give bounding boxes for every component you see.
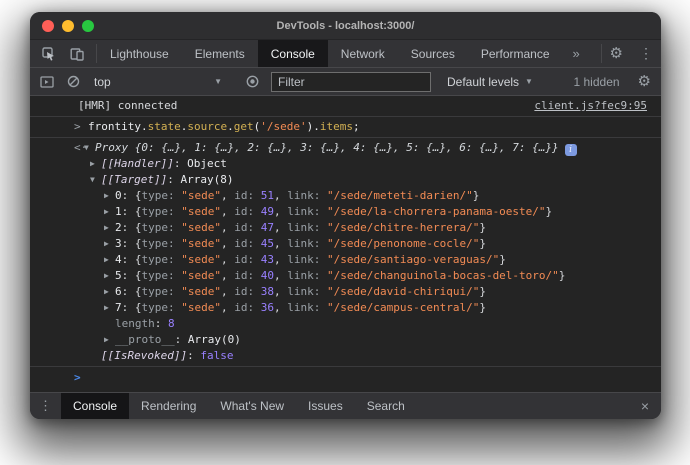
- property-name: [[IsRevoked]]: [101, 349, 187, 362]
- chevron-down-icon: ▼: [525, 77, 533, 86]
- tab-performance[interactable]: Performance: [468, 40, 563, 67]
- separator: :: [187, 349, 200, 362]
- chevron-down-icon: ▼: [214, 77, 222, 86]
- tab-elements[interactable]: Elements: [182, 40, 258, 67]
- expand-arrow-icon[interactable]: ▶: [104, 332, 115, 348]
- expand-arrow-icon[interactable]: ▶: [104, 236, 115, 252]
- array-item-row: ▶0: {type: "sede", id: 51, link: "/sede/…: [88, 188, 647, 204]
- close-window-button[interactable]: [42, 20, 54, 32]
- console-sidebar-toggle-icon[interactable]: [36, 72, 58, 92]
- property-name: [[Handler]]: [101, 157, 174, 170]
- settings-gear-icon[interactable]: ⚙: [610, 46, 623, 61]
- log-levels-label: Default levels: [447, 75, 519, 89]
- console-log-message: [HMR] connected client.js?fec9:95: [30, 96, 661, 117]
- drawer-tab-console[interactable]: Console: [61, 393, 129, 419]
- drawer-tab-issues[interactable]: Issues: [296, 393, 355, 419]
- separator: :: [167, 173, 180, 186]
- tab-lighthouse[interactable]: Lighthouse: [97, 40, 182, 67]
- drawer-tab-what-s-new[interactable]: What's New: [208, 393, 296, 419]
- zoom-window-button[interactable]: [82, 20, 94, 32]
- tab-sources[interactable]: Sources: [398, 40, 468, 67]
- handler-row: ▶[[Handler]]: Object: [88, 156, 647, 172]
- command-chevron-icon: >: [74, 119, 81, 135]
- expand-arrow-icon[interactable]: ▶: [104, 188, 115, 204]
- hidden-messages-count[interactable]: 1 hidden: [574, 75, 630, 89]
- more-tabs-icon[interactable]: »: [563, 40, 590, 67]
- drawer-tab-rendering[interactable]: Rendering: [129, 393, 208, 419]
- tab-network[interactable]: Network: [328, 40, 398, 67]
- javascript-context-dropdown[interactable]: top ▼: [88, 72, 228, 92]
- separator: :: [175, 333, 188, 346]
- live-expression-eye-icon[interactable]: [241, 72, 263, 92]
- proxy-root-row: ▼Proxy {0: {…}, 1: {…}, 2: {…}, 3: {…}, …: [84, 140, 647, 156]
- console-command-message: > frontity.state.source.get('/sede').ite…: [30, 117, 661, 138]
- source-location-link[interactable]: client.js?fec9:95: [534, 98, 647, 114]
- console-output: [HMR] connected client.js?fec9:95 > fron…: [30, 96, 661, 392]
- collapse-arrow-icon[interactable]: ▼: [90, 172, 101, 188]
- proxy-preview: Proxy {0: {…}, 1: {…}, 2: {…}, 3: {…}, 4…: [95, 141, 559, 154]
- length-row: length: 8: [88, 316, 647, 332]
- separator: :: [174, 157, 187, 170]
- property-name: [[Target]]: [101, 173, 167, 186]
- log-text: [HMR] connected: [78, 98, 177, 114]
- expand-arrow-icon[interactable]: ▶: [104, 284, 115, 300]
- console-prompt[interactable]: >: [30, 367, 661, 373]
- drawer-tabbar: ⋮ ConsoleRenderingWhat's NewIssuesSearch…: [30, 392, 661, 419]
- window-title: DevTools - localhost:3000/: [30, 20, 661, 32]
- array-item-row: ▶1: {type: "sede", id: 49, link: "/sede/…: [88, 204, 647, 220]
- tab-console[interactable]: Console: [258, 40, 328, 67]
- drawer-tab-search[interactable]: Search: [355, 393, 417, 419]
- expand-arrow-icon[interactable]: ▶: [104, 300, 115, 316]
- log-levels-dropdown[interactable]: Default levels ▼: [441, 72, 539, 92]
- customize-devtools-icon[interactable]: ⋮: [631, 40, 661, 67]
- command-text: frontity.state.source.get('/sede').items…: [88, 120, 360, 133]
- close-drawer-icon[interactable]: ×: [629, 393, 661, 419]
- context-label: top: [94, 75, 111, 89]
- clear-console-icon[interactable]: [62, 72, 84, 92]
- array-item-row: ▶6: {type: "sede", id: 38, link: "/sede/…: [88, 284, 647, 300]
- proto-row: ▶__proto__: Array(0): [88, 332, 647, 348]
- expand-arrow-icon[interactable]: ▶: [104, 204, 115, 220]
- expand-arrow-icon[interactable]: ▶: [104, 268, 115, 284]
- filter-input[interactable]: [271, 72, 431, 92]
- traffic-lights: [42, 20, 94, 32]
- property-value: 8: [168, 317, 175, 330]
- expand-arrow-icon[interactable]: ▶: [104, 252, 115, 268]
- array-item-row: ▶2: {type: "sede", id: 47, link: "/sede/…: [88, 220, 647, 236]
- property-value: false: [200, 349, 233, 362]
- prompt-chevron-icon: >: [74, 370, 81, 386]
- console-toolbar: top ▼ Default levels ▼ 1 hidden ⚙: [30, 68, 661, 96]
- inspect-element-icon[interactable]: [38, 44, 60, 64]
- property-value: Array(8): [180, 173, 233, 186]
- array-item-row: ▶4: {type: "sede", id: 43, link: "/sede/…: [88, 252, 647, 268]
- property-name: length: [115, 317, 155, 330]
- devtools-tabbar: LighthouseElementsConsoleNetworkSourcesP…: [30, 40, 661, 68]
- property-value: Object: [187, 157, 227, 170]
- drawer-menu-icon[interactable]: ⋮: [30, 393, 61, 419]
- array-item-row: ▶3: {type: "sede", id: 45, link: "/sede/…: [88, 236, 647, 252]
- console-settings-gear-icon[interactable]: ⚙: [638, 74, 651, 89]
- info-badge-icon[interactable]: i: [565, 144, 577, 156]
- array-item-row: ▶7: {type: "sede", id: 36, link: "/sede/…: [88, 300, 647, 316]
- console-empty-area[interactable]: [30, 373, 661, 392]
- array-item-row: ▶5: {type: "sede", id: 40, link: "/sede/…: [88, 268, 647, 284]
- expand-arrow-icon[interactable]: ▶: [104, 220, 115, 236]
- minimize-window-button[interactable]: [62, 20, 74, 32]
- separator: :: [155, 317, 168, 330]
- toggle-device-toolbar-icon[interactable]: [66, 44, 88, 64]
- isrevoked-row: [[IsRevoked]]: false: [88, 348, 647, 364]
- property-name: __proto__: [115, 333, 175, 346]
- target-row: ▼[[Target]]: Array(8): [88, 172, 647, 188]
- result-arrow-icon: <·: [74, 140, 87, 156]
- devtools-window: DevTools - localhost:3000/ LighthouseEle…: [30, 12, 661, 419]
- console-result-message: <· ▼Proxy {0: {…}, 1: {…}, 2: {…}, 3: {……: [30, 138, 661, 367]
- expand-arrow-icon[interactable]: ▶: [90, 156, 101, 172]
- property-value: Array(0): [188, 333, 241, 346]
- titlebar: DevTools - localhost:3000/: [30, 12, 661, 40]
